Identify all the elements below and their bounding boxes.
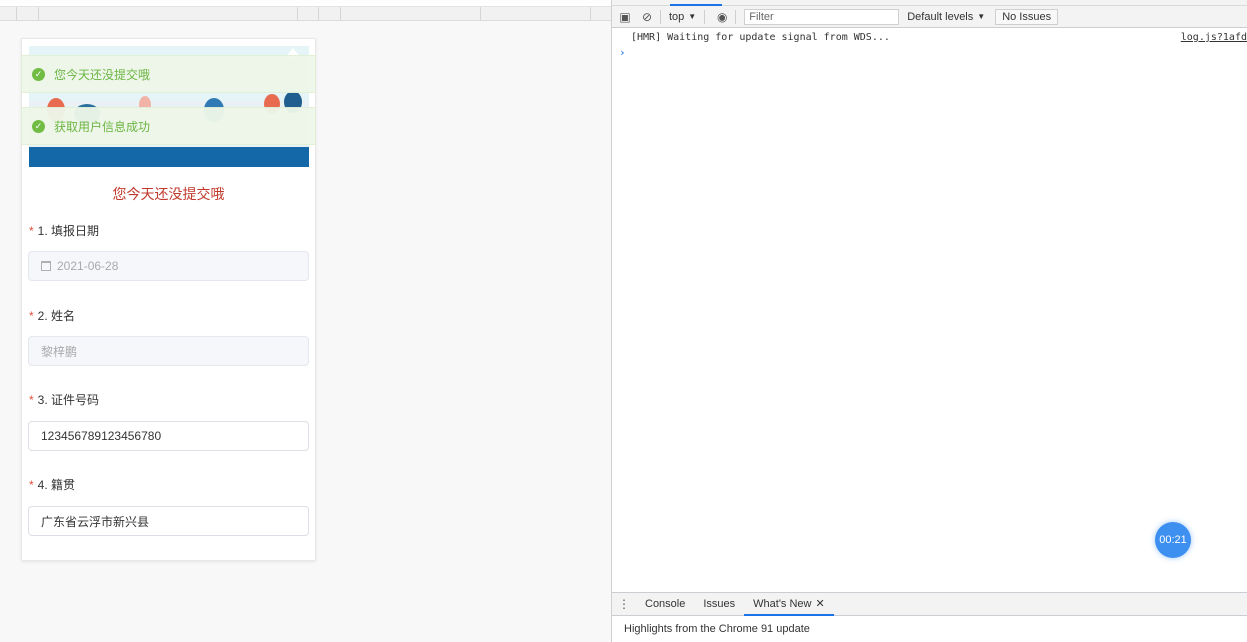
whats-new-body: Highlights from the Chrome 91 update [624,623,810,635]
context-selector[interactable]: top ▼ [665,11,700,23]
hometown-value: 广东省云浮市新兴县 [41,514,150,529]
dropdown-arrow-icon: ▼ [688,12,697,21]
browser-top-strip [0,0,611,7]
question-label-hometown: * 4. 籍贯 [29,478,76,492]
date-value: 2021-06-28 [57,259,119,273]
date-field[interactable]: 2021-06-28 [28,251,309,281]
question-label-id-number: * 3. 证件号码 [29,393,100,407]
issues-button[interactable]: No Issues [995,8,1059,25]
toast-message: 您今天还没提交哦 [54,67,151,82]
more-menu-icon[interactable]: ⋮ [612,597,636,611]
toast-not-submitted: ✓ 您今天还没提交哦 [21,55,316,93]
console-toolbar: ▣ ⊘ top ▼ ◉ Filter Default levels ▼ No I… [612,6,1247,28]
dropdown-arrow-icon: ▼ [977,12,986,21]
recording-timer[interactable]: 00:21 [1155,522,1191,558]
sidebar-toggle-icon[interactable]: ▣ [616,8,634,26]
drawer-tab-whats-new[interactable]: What's New ✕ [744,593,834,616]
close-icon[interactable]: ✕ [816,598,825,610]
id-number-value: 123456789123456780 [41,429,162,443]
clear-console-icon[interactable]: ⊘ [638,8,656,26]
calendar-icon [41,261,51,271]
check-circle-icon: ✓ [32,67,45,81]
required-mark: * [29,393,34,407]
drawer-tab-console[interactable]: Console [636,593,694,616]
question-label-name: * 2. 姓名 [29,309,76,323]
devtools-panel: ▣ ⊘ top ▼ ◉ Filter Default levels ▼ No I… [612,0,1247,642]
drawer-tab-issues[interactable]: Issues [694,593,744,616]
id-number-field[interactable]: 123456789123456780 [28,421,309,451]
submission-notice: 您今天还没提交哦 [112,186,225,202]
log-levels-dropdown[interactable]: Default levels ▼ [907,11,985,23]
toast-message: 获取用户信息成功 [54,119,151,134]
question-label-date: * 1. 填报日期 [29,224,100,238]
console-log-line: [HMR] Waiting for update signal from WDS… [631,32,890,43]
screen: ✓ 您今天还没提交哦 ✓ 获取用户信息成功 您今天还没提交哦 * 1. 填报日期 … [0,0,1247,642]
required-mark: * [29,224,34,238]
toast-user-info-success: ✓ 获取用户信息成功 [21,107,316,145]
name-field[interactable]: 黎梓鹏 [28,336,309,366]
log-source-link[interactable]: log.js?1afd [1181,32,1247,43]
required-mark: * [29,478,34,492]
check-circle-icon: ✓ [32,119,45,133]
device-ruler [0,7,611,21]
filter-input[interactable]: Filter [744,8,900,25]
eye-icon[interactable]: ◉ [713,8,731,26]
required-mark: * [29,309,34,323]
hometown-field[interactable]: 广东省云浮市新兴县 [28,506,309,536]
console-prompt[interactable]: › [619,46,626,59]
drawer-tab-bar: ⋮ Console Issues What's New ✕ [612,592,1247,616]
console-output[interactable]: [HMR] Waiting for update signal from WDS… [612,29,1247,592]
name-value: 黎梓鹏 [41,344,78,359]
page-viewport: ✓ 您今天还没提交哦 ✓ 获取用户信息成功 您今天还没提交哦 * 1. 填报日期 … [0,0,611,642]
